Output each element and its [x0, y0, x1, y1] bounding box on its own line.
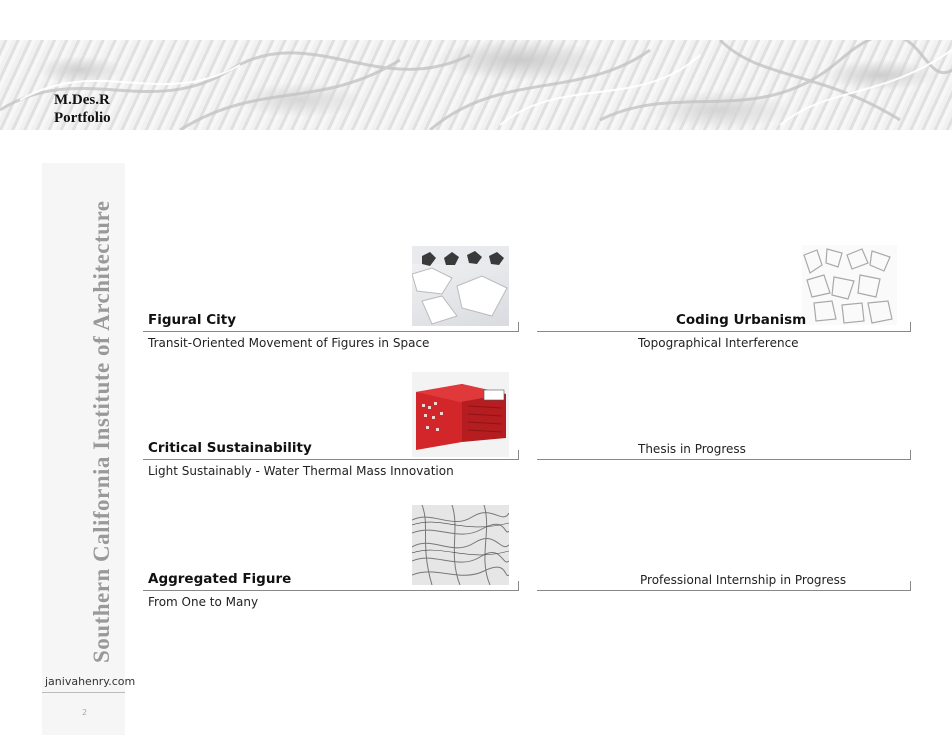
coding-urbanism-rule	[537, 322, 911, 332]
divider	[42, 692, 125, 693]
figural-city-rule	[143, 322, 519, 332]
school-name: Southern California Institute of Archite…	[89, 200, 114, 663]
coding-urbanism-image	[803, 248, 893, 324]
title-line-1: M.Des.R	[54, 92, 110, 108]
project-subtitle-coding-urbanism: Topographical Interference	[638, 336, 799, 350]
aggregated-figure-rule	[143, 581, 519, 591]
critical-sustainability-image	[416, 384, 506, 450]
title-line-2: Portfolio	[54, 110, 111, 126]
aggregated-figure-image	[412, 505, 509, 585]
critical-sustainability-rule	[143, 450, 519, 460]
project-subtitle-aggregated-figure: From One to Many	[148, 595, 259, 609]
internship-status: Professional Internship in Progress	[640, 573, 847, 587]
banner-texture	[0, 40, 952, 130]
critical-sustainability-thumbnail[interactable]	[412, 372, 509, 457]
page-number: 2	[82, 708, 88, 717]
thesis-status: Thesis in Progress	[638, 442, 746, 456]
aggregated-figure-thumbnail[interactable]	[412, 505, 509, 585]
portfolio-title: M.Des.R Portfolio	[54, 91, 111, 127]
figural-city-image	[412, 246, 509, 325]
website-link[interactable]: janivahenry.com	[45, 675, 135, 688]
project-subtitle-critical-sustainability: Light Sustainably - Water Thermal Mass I…	[148, 464, 454, 478]
project-subtitle-figural-city: Transit-Oriented Movement of Figures in …	[148, 336, 430, 350]
figural-city-thumbnail[interactable]	[412, 246, 509, 326]
header-banner-image	[0, 40, 952, 130]
coding-urbanism-thumbnail[interactable]	[802, 245, 897, 325]
